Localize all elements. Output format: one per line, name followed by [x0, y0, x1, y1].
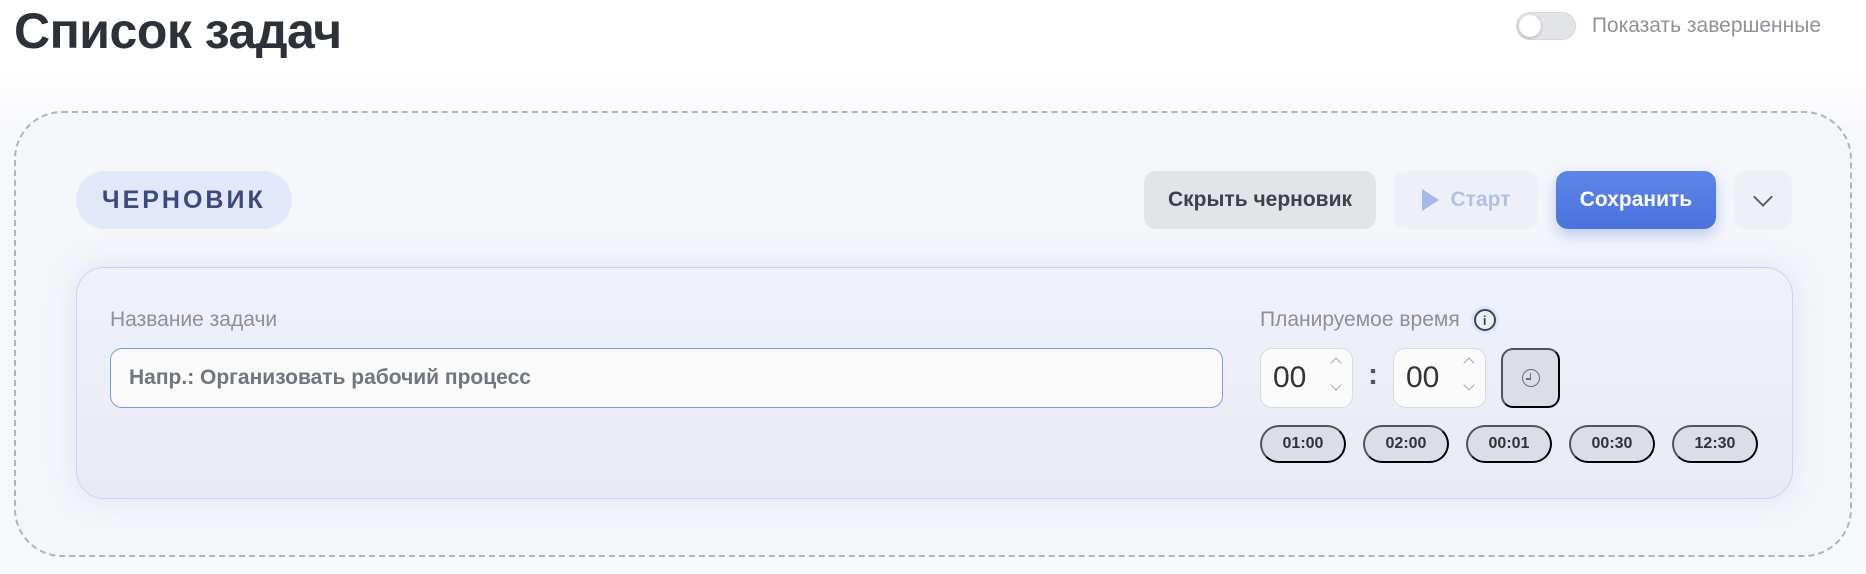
time-separator: : [1368, 358, 1378, 391]
draft-actions: Скрыть черновик Старт Сохранить [1144, 171, 1792, 229]
preset-chip[interactable]: 02:00 [1363, 425, 1449, 463]
page-title: Список задач [14, 3, 342, 59]
preset-chip[interactable]: 00:30 [1569, 425, 1655, 463]
chevron-down-icon [1753, 187, 1773, 207]
hours-stepper[interactable]: 00 [1260, 348, 1353, 408]
draft-badge: ЧЕРНОВИК [76, 171, 292, 229]
show-completed-control[interactable]: Показать завершенные [1515, 12, 1821, 40]
page: Список задач Показать завершенные ЧЕРНОВ… [0, 0, 1866, 574]
preset-chip[interactable]: 00:01 [1466, 425, 1552, 463]
preset-chip[interactable]: 12:30 [1672, 425, 1758, 463]
start-button[interactable]: Старт [1394, 171, 1538, 229]
clock-icon [1521, 369, 1540, 387]
chevron-up-icon[interactable] [1463, 357, 1475, 369]
show-completed-toggle[interactable] [1515, 12, 1576, 40]
clock-button[interactable] [1501, 348, 1560, 408]
draft-card: ЧЕРНОВИК Скрыть черновик Старт Сохранить… [14, 111, 1852, 557]
show-completed-label: Показать завершенные [1591, 14, 1821, 37]
chevron-up-icon[interactable] [1330, 357, 1342, 369]
minutes-value[interactable]: 00 [1406, 361, 1439, 395]
hours-value[interactable]: 00 [1273, 361, 1306, 395]
preset-chip[interactable]: 01:00 [1260, 425, 1346, 463]
minutes-stepper[interactable]: 00 [1393, 348, 1486, 408]
hours-spin[interactable] [1330, 357, 1342, 391]
task-name-label: Название задачи [110, 308, 278, 331]
time-presets: 01:00 02:00 00:01 00:30 12:30 [1260, 425, 1758, 463]
chevron-down-icon[interactable] [1330, 379, 1342, 391]
save-button[interactable]: Сохранить [1556, 171, 1716, 229]
info-icon[interactable]: i [1473, 309, 1496, 331]
minutes-spin[interactable] [1463, 357, 1475, 391]
chevron-down-icon[interactable] [1463, 379, 1475, 391]
task-form: Название задачи Планируемое время i 00 :… [76, 267, 1793, 499]
toggle-knob [1518, 15, 1541, 37]
start-label: Старт [1450, 188, 1511, 211]
planned-time-label: Планируемое время [1260, 308, 1460, 331]
task-name-input[interactable] [110, 348, 1223, 408]
expand-button[interactable] [1734, 171, 1792, 229]
planned-time-label-row: Планируемое время i [1260, 308, 1496, 332]
hide-draft-button[interactable]: Скрыть черновик [1144, 171, 1376, 229]
play-icon [1421, 189, 1439, 211]
